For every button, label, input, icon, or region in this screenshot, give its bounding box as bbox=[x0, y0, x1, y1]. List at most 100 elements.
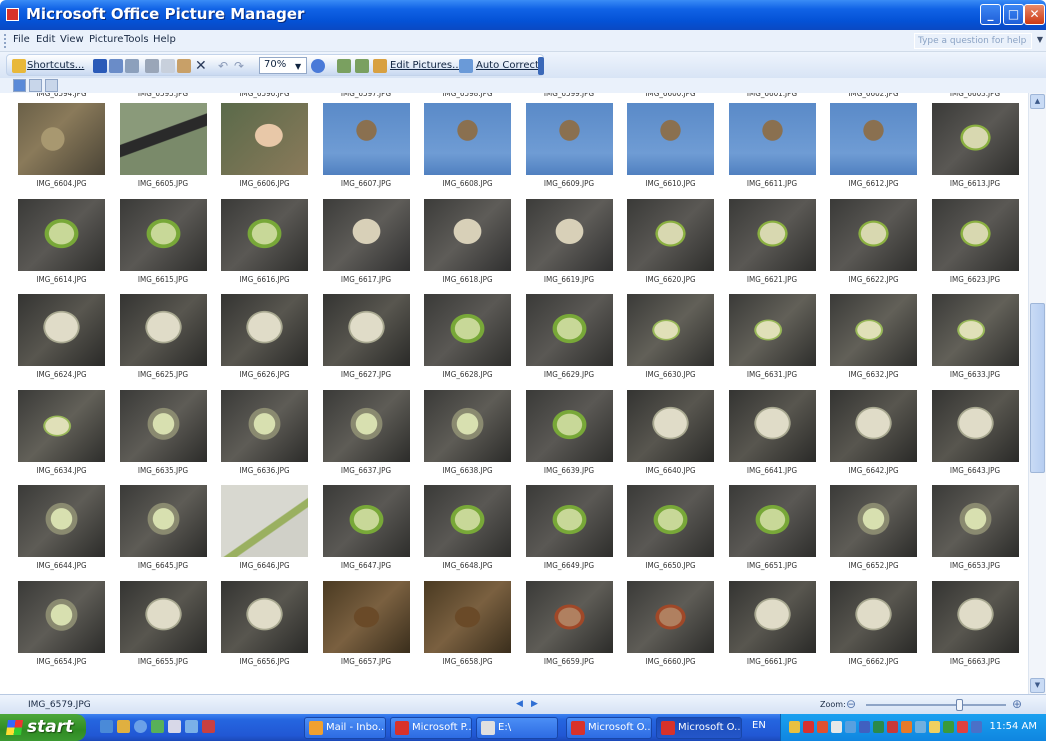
thumbnail-item[interactable]: IMG_6656.JPG bbox=[221, 580, 323, 677]
thumbnail-item[interactable]: IMG_6637.JPG bbox=[322, 389, 425, 486]
thumbnail-item[interactable]: IMG_6604.JPG bbox=[18, 103, 120, 199]
quicklaunch-notepad-icon[interactable] bbox=[168, 720, 181, 733]
thumbnail-item[interactable]: IMG_6651.JPG bbox=[728, 485, 831, 581]
menu-help[interactable]: Help bbox=[153, 34, 176, 45]
thumbnail-item[interactable]: IMG_6631.JPG bbox=[728, 294, 831, 390]
thumbnail-image[interactable] bbox=[322, 485, 410, 557]
menu-edit[interactable]: Edit bbox=[36, 34, 55, 45]
thumbnail-image[interactable] bbox=[830, 294, 917, 366]
thumbnail-image[interactable] bbox=[424, 294, 511, 366]
thumbnail-image[interactable] bbox=[525, 389, 613, 462]
quicklaunch-browser-icon[interactable] bbox=[134, 720, 147, 733]
thumbnail-item[interactable]: IMG_6602.JPG bbox=[830, 93, 932, 103]
thumbnail-image[interactable] bbox=[830, 580, 917, 653]
toolbar-options-handle[interactable] bbox=[538, 57, 544, 75]
chevron-down-icon[interactable]: ▼ bbox=[1037, 35, 1043, 44]
tray-icon-13[interactable] bbox=[957, 721, 968, 733]
undo-icon[interactable]: ↶ bbox=[218, 58, 228, 74]
tray-icon-1[interactable] bbox=[789, 721, 800, 733]
tray-icon-5[interactable] bbox=[845, 721, 856, 733]
thumbnail-item[interactable]: IMG_6663.JPG bbox=[931, 580, 1029, 677]
cut-icon[interactable] bbox=[145, 59, 159, 73]
copy-icon[interactable] bbox=[161, 59, 175, 73]
thumbnail-item[interactable]: IMG_6611.JPG bbox=[728, 103, 831, 199]
print-icon[interactable] bbox=[125, 59, 139, 73]
thumbnail-item[interactable]: IMG_6628.JPG bbox=[424, 294, 526, 390]
thumbnail-image[interactable] bbox=[728, 580, 816, 653]
thumbnail-pane[interactable]: IMG_6594.JPG IMG_6595.JPG IMG_6596.JPG IMG_… bbox=[0, 93, 1028, 694]
menu-picture[interactable]: Picture bbox=[89, 34, 123, 45]
tray-icon-10[interactable] bbox=[915, 721, 926, 733]
thumbnail-item[interactable]: IMG_6616.JPG bbox=[221, 198, 323, 295]
minimize-button[interactable]: _ bbox=[980, 4, 1001, 25]
thumbnail-image[interactable] bbox=[322, 103, 410, 175]
tray-icon-11[interactable] bbox=[929, 721, 940, 733]
thumbnail-image[interactable] bbox=[424, 198, 511, 271]
thumbnail-image[interactable] bbox=[424, 103, 511, 175]
tray-icon-14[interactable] bbox=[971, 721, 982, 733]
thumbnail-image[interactable] bbox=[627, 198, 714, 271]
quicklaunch-paint-icon[interactable] bbox=[185, 720, 198, 733]
thumbnail-item[interactable]: IMG_6630.JPG bbox=[627, 294, 729, 390]
thumbnail-item[interactable]: IMG_6600.JPG bbox=[627, 93, 729, 103]
single-picture-view-icon[interactable] bbox=[45, 79, 58, 92]
thumbnail-item[interactable]: IMG_6632.JPG bbox=[830, 294, 932, 390]
thumbnail-image[interactable] bbox=[424, 389, 511, 462]
thumbnail-item[interactable]: IMG_6601.JPG bbox=[729, 93, 831, 103]
thumbnail-image[interactable] bbox=[525, 580, 613, 653]
thumbnail-image[interactable] bbox=[627, 294, 714, 366]
tray-icon-3[interactable] bbox=[817, 721, 828, 733]
maximize-button[interactable]: □ bbox=[1003, 4, 1024, 25]
thumbnail-item[interactable]: IMG_6624.JPG bbox=[18, 294, 120, 390]
previous-picture-icon[interactable]: ◀ bbox=[516, 699, 523, 709]
thumbnail-item[interactable]: IMG_6660.JPG bbox=[627, 580, 729, 677]
chevron-down-icon[interactable]: ▼ bbox=[295, 62, 301, 71]
thumbnail-image[interactable] bbox=[627, 485, 714, 557]
thumbnail-image[interactable] bbox=[18, 294, 105, 366]
tray-icon-2[interactable] bbox=[803, 721, 814, 733]
thumbnail-item[interactable]: IMG_6643.JPG bbox=[931, 389, 1029, 486]
thumbnail-image[interactable] bbox=[728, 103, 816, 175]
zoom-in-icon[interactable]: ⊕ bbox=[1012, 697, 1022, 711]
thumbnail-item[interactable]: IMG_6607.JPG bbox=[322, 103, 425, 199]
thumbnail-image[interactable] bbox=[221, 485, 308, 557]
thumbnail-item[interactable]: IMG_6647.JPG bbox=[322, 485, 425, 581]
thumbnail-image[interactable] bbox=[322, 580, 410, 653]
thumbnail-item[interactable]: IMG_6634.JPG bbox=[18, 389, 120, 486]
thumbnail-item[interactable]: IMG_6646.JPG bbox=[221, 485, 323, 581]
thumbnail-image[interactable] bbox=[931, 389, 1019, 462]
thumbnail-item[interactable]: IMG_6613.JPG bbox=[931, 103, 1029, 199]
quicklaunch-tool-icon[interactable] bbox=[202, 720, 215, 733]
title-bar[interactable]: Microsoft Office Picture Manager _ □ ✕ bbox=[0, 0, 1046, 30]
thumbnail-image[interactable] bbox=[931, 103, 1019, 175]
thumbnail-item[interactable]: IMG_6636.JPG bbox=[221, 389, 323, 486]
thumbnail-item[interactable]: IMG_6649.JPG bbox=[525, 485, 628, 581]
thumbnail-item[interactable]: IMG_6648.JPG bbox=[424, 485, 526, 581]
thumbnail-image[interactable] bbox=[424, 580, 511, 653]
thumbnail-image[interactable] bbox=[728, 389, 816, 462]
thumbnail-image[interactable] bbox=[830, 485, 917, 557]
thumbnail-item[interactable]: IMG_6618.JPG bbox=[424, 198, 526, 295]
quicklaunch-desktop-icon[interactable] bbox=[100, 720, 113, 733]
thumbnail-image[interactable] bbox=[322, 198, 410, 271]
thumbnail-item[interactable]: IMG_6641.JPG bbox=[728, 389, 831, 486]
thumbnail-item[interactable]: IMG_6598.JPG bbox=[424, 93, 526, 103]
menu-file[interactable]: File bbox=[13, 34, 30, 45]
thumbnail-item[interactable]: IMG_6662.JPG bbox=[830, 580, 932, 677]
auto-correct-button[interactable]: Auto Correct bbox=[476, 58, 539, 74]
thumbnail-item[interactable]: IMG_6596.JPG bbox=[221, 93, 323, 103]
thumbnail-image[interactable] bbox=[18, 198, 105, 271]
thumbnail-image[interactable] bbox=[728, 294, 816, 366]
thumbnail-item[interactable]: IMG_6627.JPG bbox=[322, 294, 425, 390]
thumbnail-image[interactable] bbox=[221, 580, 308, 653]
thumbnail-item[interactable]: IMG_6615.JPG bbox=[119, 198, 222, 295]
thumbnail-item[interactable]: IMG_6595.JPG bbox=[120, 93, 222, 103]
save-icon[interactable] bbox=[93, 59, 107, 73]
help-search-input[interactable]: Type a question for help bbox=[914, 33, 1032, 49]
thumbnail-item[interactable]: IMG_6622.JPG bbox=[830, 198, 932, 295]
thumbnail-image[interactable] bbox=[525, 198, 613, 271]
scroll-down-button[interactable]: ▼ bbox=[1030, 678, 1045, 693]
thumbnail-image[interactable] bbox=[931, 485, 1019, 557]
thumbnail-image[interactable] bbox=[18, 389, 105, 462]
thumbnail-item[interactable]: IMG_6642.JPG bbox=[830, 389, 932, 486]
